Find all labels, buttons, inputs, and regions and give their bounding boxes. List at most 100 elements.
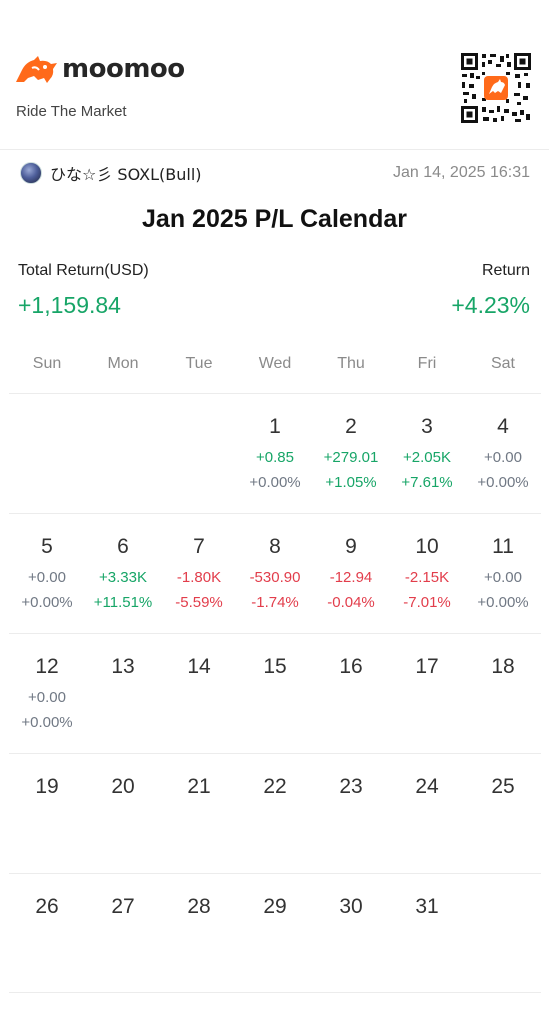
day-number: 8 <box>269 535 281 558</box>
day-number: 27 <box>111 895 135 918</box>
calendar-day-cell[interactable]: 25 <box>465 754 541 873</box>
weekday-label: Tue <box>185 355 213 372</box>
calendar-empty-cell <box>161 394 237 513</box>
moomoo-bull-logo-icon <box>16 56 57 83</box>
calendar-day-cell[interactable]: 16 <box>313 634 389 753</box>
day-number: 26 <box>35 895 59 918</box>
daily-return-percent: +0.00% <box>21 594 73 611</box>
day-number: 24 <box>415 775 439 798</box>
daily-return-percent: -0.04% <box>327 594 375 611</box>
calendar-day-cell[interactable]: 19 <box>9 754 85 873</box>
user-row: ひな☆彡 SOXL(Bull) Jan 14, 2025 16:31 <box>20 160 530 186</box>
calendar-day-cell[interactable]: 27 <box>85 874 161 992</box>
day-number: 17 <box>415 655 439 678</box>
day-number: 15 <box>263 655 287 678</box>
day-number: 21 <box>187 775 211 798</box>
calendar-day-cell[interactable]: 24 <box>389 754 465 873</box>
calendar-week-row: 19 20 21 22 23 24 25 <box>9 753 541 873</box>
calendar-week-row: 1 +0.85 +0.00% 2 +279.01 +1.05% 3 +2.05K +7.61% 4… <box>9 393 541 513</box>
daily-pl-value: +0.00 <box>484 449 522 466</box>
day-number: 3 <box>421 415 433 438</box>
daily-return-percent: +0.00% <box>21 714 73 731</box>
day-number: 9 <box>345 535 357 558</box>
weekday-label: Thu <box>337 355 365 372</box>
day-number: 16 <box>339 655 363 678</box>
weekday-label: Mon <box>107 355 139 372</box>
calendar-day-cell[interactable]: 22 <box>237 754 313 873</box>
weekday-label: Wed <box>258 355 292 372</box>
calendar-day-cell[interactable]: 6 +3.33K +11.51% <box>85 514 161 633</box>
calendar-day-cell[interactable]: 4 +0.00 +0.00% <box>465 394 541 513</box>
weekday-label: Sun <box>32 355 62 372</box>
daily-pl-value: +0.00 <box>484 569 522 586</box>
header: moomoo Ride The Market <box>0 0 549 150</box>
calendar-day-cell[interactable]: 17 <box>389 634 465 753</box>
calendar-day-cell[interactable]: 18 <box>465 634 541 753</box>
weekday-label: Fri <box>417 355 437 372</box>
day-number: 10 <box>415 535 439 558</box>
calendar-day-cell[interactable]: 31 <box>389 874 465 992</box>
daily-return-percent: -7.01% <box>403 594 451 611</box>
day-number: 14 <box>187 655 211 678</box>
calendar-title: Jan 2025 P/L Calendar <box>142 205 407 233</box>
daily-pl-value: +279.01 <box>323 449 379 466</box>
calendar-week-row: 5 +0.00 +0.00% 6 +3.33K +11.51% 7 -1.80K -5.59% 8… <box>9 513 541 633</box>
calendar-day-cell[interactable]: 2 +279.01 +1.05% <box>313 394 389 513</box>
daily-return-percent: -5.59% <box>175 594 223 611</box>
day-number: 1 <box>269 415 281 438</box>
calendar-day-cell[interactable]: 30 <box>313 874 389 992</box>
user-name: ひな☆彡 SOXL(Bull) <box>50 165 202 184</box>
daily-pl-value: +0.85 <box>256 449 294 466</box>
calendar-day-cell[interactable]: 13 <box>85 634 161 753</box>
calendar-day-cell[interactable]: 7 -1.80K -5.59% <box>161 514 237 633</box>
day-number: 4 <box>497 415 509 438</box>
calendar-day-cell[interactable]: 29 <box>237 874 313 992</box>
daily-pl-value: +0.00 <box>28 569 66 586</box>
day-number: 6 <box>117 535 129 558</box>
day-number: 25 <box>491 775 515 798</box>
day-number: 20 <box>111 775 135 798</box>
calendar-day-cell[interactable]: 8 -530.90 -1.74% <box>237 514 313 633</box>
calendar-day-cell[interactable]: 15 <box>237 634 313 753</box>
header-divider <box>0 149 549 150</box>
daily-return-percent: +7.61% <box>401 474 453 491</box>
calendar-empty-cell <box>9 394 85 513</box>
day-number: 2 <box>345 415 357 438</box>
calendar-day-cell[interactable]: 28 <box>161 874 237 992</box>
brand-tagline: Ride The Market <box>16 103 127 120</box>
day-number: 23 <box>339 775 363 798</box>
calendar-day-cell[interactable]: 14 <box>161 634 237 753</box>
calendar-day-cell[interactable]: 3 +2.05K +7.61% <box>389 394 465 513</box>
user-avatar <box>20 162 42 184</box>
weekday-label: Sat <box>490 355 515 372</box>
daily-return-percent: +1.05% <box>325 474 377 491</box>
calendar-week-row: 12 +0.00 +0.00% 13 14 15 16 17 18 <box>9 633 541 753</box>
calendar-day-cell[interactable]: 10 -2.15K -7.01% <box>389 514 465 633</box>
calendar-day-cell[interactable]: 23 <box>313 754 389 873</box>
calendar-day-cell[interactable]: 26 <box>9 874 85 992</box>
calendar-day-cell[interactable]: 20 <box>85 754 161 873</box>
daily-pl-value: +3.33K <box>99 569 147 586</box>
day-number: 31 <box>415 895 439 918</box>
pl-calendar-share-card: moomoo Ride The Market ひな☆彡 SOXL(Bull) J… <box>0 0 549 1017</box>
calendar-day-cell[interactable]: 1 +0.85 +0.00% <box>237 394 313 513</box>
daily-pl-value: -530.90 <box>249 569 301 586</box>
daily-pl-value: -1.80K <box>176 569 222 586</box>
day-number: 7 <box>193 535 205 558</box>
calendar-day-cell[interactable]: 12 +0.00 +0.00% <box>9 634 85 753</box>
calendar-day-cell[interactable]: 5 +0.00 +0.00% <box>9 514 85 633</box>
day-number: 22 <box>263 775 287 798</box>
day-number: 18 <box>491 655 515 678</box>
day-number: 30 <box>339 895 363 918</box>
day-number: 13 <box>111 655 135 678</box>
total-return-label: Total Return(USD) <box>18 262 149 279</box>
calendar-day-cell[interactable]: 21 <box>161 754 237 873</box>
day-number: 5 <box>41 535 53 558</box>
daily-return-percent: +11.51% <box>93 594 153 611</box>
calendar-grid: 1 +0.85 +0.00% 2 +279.01 +1.05% 3 +2.05K +7.61% 4… <box>9 393 541 993</box>
qr-code-icon <box>460 52 532 124</box>
timestamp: Jan 14, 2025 16:31 <box>392 164 530 181</box>
calendar-day-cell[interactable]: 9 -12.94 -0.04% <box>313 514 389 633</box>
calendar-day-cell[interactable]: 11 +0.00 +0.00% <box>465 514 541 633</box>
day-number: 19 <box>35 775 59 798</box>
